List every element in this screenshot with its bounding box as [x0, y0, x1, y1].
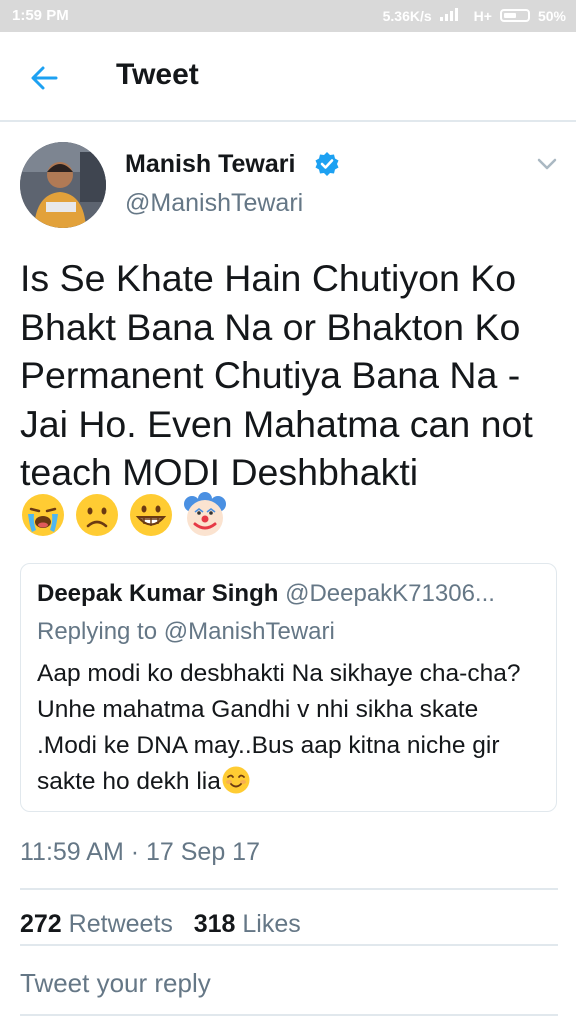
- quoted-tweet-text: Aap modi ko desbhakti Na sikhaye cha-cha…: [37, 656, 542, 800]
- likes-stat[interactable]: 318 Likes: [194, 910, 301, 938]
- avatar[interactable]: [20, 142, 106, 228]
- divider: [20, 888, 558, 890]
- grinning-face-icon: [128, 492, 174, 538]
- frowning-face-icon: [74, 492, 120, 538]
- tweet-text: Is Se Khate Hain Chutiyon Ko Bhakt Bana …: [20, 257, 533, 493]
- quoted-author-name: Deepak Kumar Singh: [37, 580, 279, 607]
- network-speed: 5.36K/s: [382, 7, 432, 24]
- quoted-tweet-body: Aap modi ko desbhakti Na sikhaye cha-cha…: [37, 660, 521, 795]
- reply-input[interactable]: Tweet your reply: [20, 968, 211, 999]
- author-handle[interactable]: @ManishTewari: [125, 189, 303, 218]
- signal-icon: [439, 7, 466, 24]
- tweet-timestamp: 11:59 AM · 17 Sep 17: [20, 838, 260, 866]
- status-bar: 1:59 PM 5.36K/s H+ 50%: [0, 0, 576, 32]
- reply-underline: [20, 1014, 558, 1016]
- quoted-author-handle: @DeepakK71306...: [285, 580, 495, 607]
- likes-count: 318: [193, 910, 236, 938]
- tweet-stats: 272 Retweets 318 Likes: [20, 910, 301, 939]
- status-time: 1:59 PM: [12, 7, 69, 24]
- app-bar: Tweet: [0, 32, 576, 122]
- smiling-face-icon: [221, 765, 251, 795]
- battery-level: 50%: [537, 7, 566, 24]
- clown-face-icon: [182, 492, 228, 538]
- retweets-stat[interactable]: 272 Retweets: [20, 910, 173, 938]
- battery-icon: [499, 9, 530, 22]
- network-type: H+: [473, 7, 492, 24]
- arrow-left-icon[interactable]: [26, 60, 62, 96]
- chevron-down-icon[interactable]: [536, 156, 558, 172]
- emoji-row: [20, 492, 228, 538]
- likes-label: Likes: [242, 910, 301, 938]
- page-title: Tweet: [116, 58, 199, 91]
- divider: [20, 944, 558, 946]
- status-icons: 5.36K/s H+ 50%: [383, 7, 566, 24]
- loudly-crying-face-icon: [20, 492, 66, 538]
- quoted-tweet[interactable]: Deepak Kumar Singh @DeepakK71306... Repl…: [20, 563, 557, 812]
- author-name[interactable]: Manish Tewari: [125, 150, 295, 179]
- quoted-tweet-header: Deepak Kumar Singh @DeepakK71306...: [37, 580, 542, 608]
- retweets-label: Retweets: [68, 910, 173, 938]
- verified-badge-icon: [314, 151, 340, 177]
- retweets-count: 272: [20, 910, 62, 938]
- replying-to: Replying to @ManishTewari: [37, 618, 335, 645]
